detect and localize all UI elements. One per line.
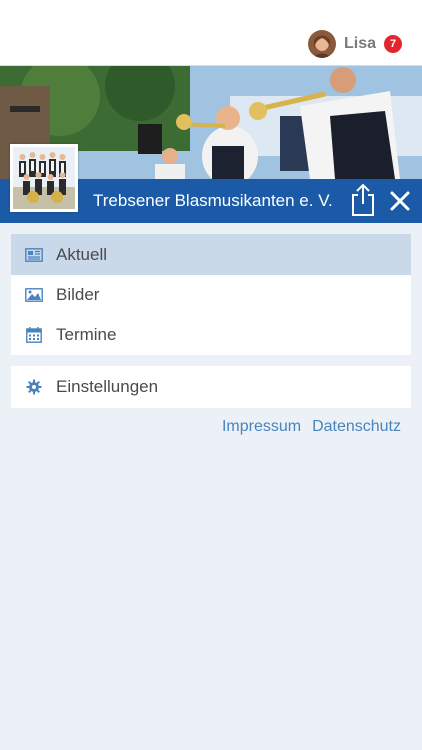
calendar-icon	[25, 326, 43, 344]
footer-links: Impressum Datenschutz	[211, 418, 401, 436]
menu-item-einstellungen[interactable]: Einstellungen	[11, 366, 411, 408]
menu-label: Termine	[56, 325, 117, 344]
menu-item-aktuell[interactable]: Aktuell	[11, 234, 411, 275]
user-name: Lisa	[343, 35, 376, 52]
group-logo	[10, 144, 78, 212]
avatar[interactable]	[307, 30, 336, 58]
impressum-link[interactable]: Impressum	[222, 418, 301, 436]
menu-item-bilder[interactable]: Bilder	[11, 275, 411, 315]
menu-label: Einstellungen	[56, 377, 159, 396]
datenschutz-link[interactable]: Datenschutz	[312, 418, 401, 436]
menu-item-termine[interactable]: Termine	[11, 315, 411, 355]
settings-menu: Einstellungen	[11, 366, 411, 408]
notification-badge[interactable]: 7	[384, 35, 402, 53]
newspaper-icon	[25, 246, 43, 264]
main-menu: Aktuell Bilder Termine	[11, 234, 411, 355]
group-title: Trebsener Blasmusikanten e. V.	[93, 191, 333, 210]
close-icon[interactable]	[386, 187, 414, 215]
top-bar: Lisa 7	[0, 0, 422, 66]
share-icon[interactable]	[349, 183, 377, 217]
menu-label: Aktuell	[56, 244, 108, 264]
user-profile[interactable]: Lisa 7	[307, 30, 402, 58]
image-icon	[25, 286, 43, 304]
menu-label: Bilder	[56, 285, 100, 304]
gear-icon	[25, 378, 43, 396]
